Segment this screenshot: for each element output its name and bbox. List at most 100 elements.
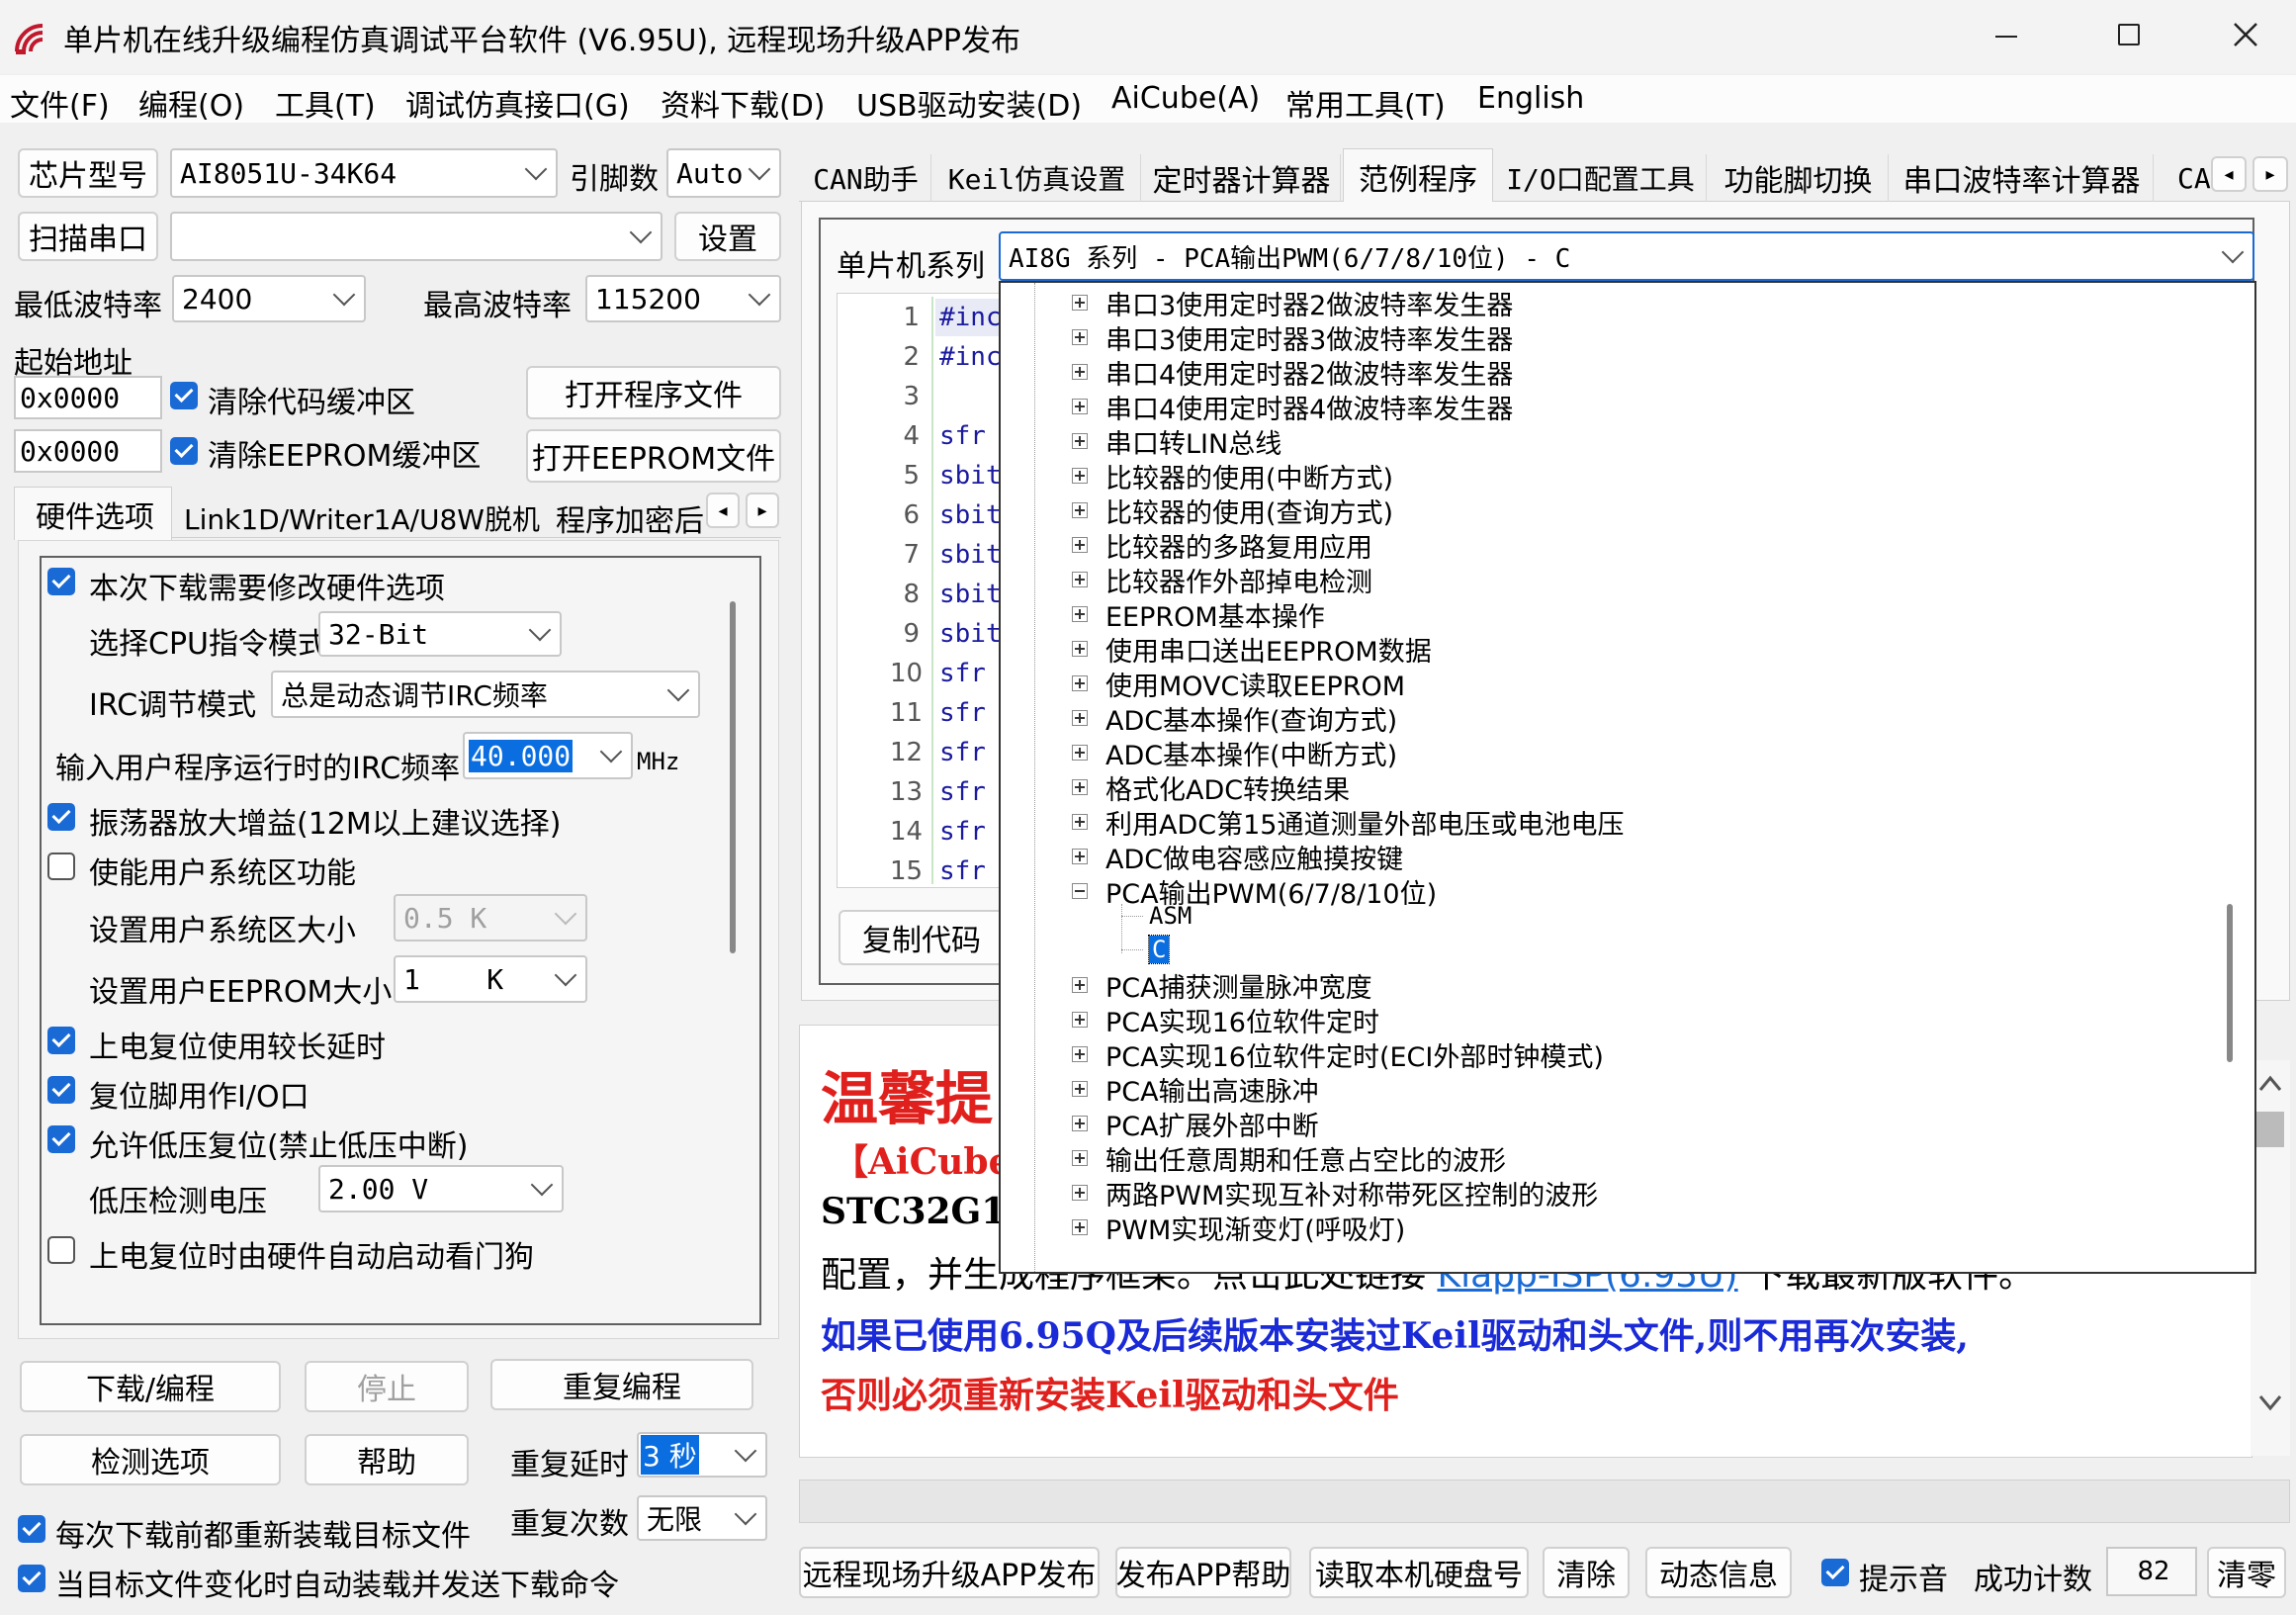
watchdog-label: 上电复位时由硬件自动启动看门狗 <box>89 1240 534 1275</box>
success-count-label: 成功计数 <box>1974 1563 2092 1597</box>
read-hdd-button[interactable]: 读取本机硬盘号 <box>1309 1547 1529 1598</box>
chip-type-value: AI8051U-34K64 <box>180 156 397 190</box>
tab-encryption[interactable]: 程序加密后 <box>556 496 704 540</box>
tree-item-label: PCA扩展外部中断 <box>1105 1111 1319 1142</box>
dynamic-info-button[interactable]: 动态信息 <box>1645 1547 1792 1598</box>
reset-count-button[interactable]: 清零 <box>2207 1547 2286 1598</box>
clear-code-checkbox[interactable] <box>170 382 198 409</box>
repeat-count-select[interactable]: 无限 <box>637 1495 767 1541</box>
sound-checkbox[interactable] <box>1821 1559 1849 1586</box>
tab-scroll-left-icon[interactable]: ◂ <box>706 493 740 528</box>
menu-download[interactable]: 资料下载(D) <box>661 81 826 125</box>
menu-aicube[interactable]: AiCube(A) <box>1111 81 1260 116</box>
max-baud-label: 最高波特率 <box>423 289 572 323</box>
check-options-button[interactable]: 检测选项 <box>20 1434 281 1485</box>
line-number: 13 <box>890 777 924 807</box>
scan-port-button[interactable]: 扫描串口 <box>18 212 158 261</box>
irc-freq-value[interactable]: 40.000 <box>469 739 574 772</box>
auto-load-checkbox[interactable] <box>18 1565 45 1592</box>
tab-scroll-right-icon[interactable]: ▸ <box>746 493 779 528</box>
cpu-mode-label: 选择CPU指令模式 <box>89 627 327 662</box>
eeprom-address-input[interactable]: 0x0000 <box>14 429 162 473</box>
tree-item-label: 利用ADC第15通道测量外部电压或电池电压 <box>1105 809 1625 841</box>
tree-item-label: PCA输出高速脉冲 <box>1105 1076 1319 1108</box>
enable-sys-checkbox[interactable] <box>47 852 75 880</box>
tree-scrollbar-thumb[interactable] <box>2227 904 2233 1062</box>
repeat-delay-select[interactable]: 3 秒 <box>637 1432 767 1478</box>
tab-pin-switch[interactable]: 功能脚切换 <box>1709 154 1889 202</box>
close-icon[interactable] <box>2231 20 2260 49</box>
clear-button[interactable]: 清除 <box>1543 1547 1630 1598</box>
scroll-down-icon[interactable] <box>2256 1389 2284 1416</box>
menu-english[interactable]: English <box>1477 81 1584 116</box>
menu-tools[interactable]: 工具(T) <box>275 81 376 125</box>
publish-help-button[interactable]: 发布APP帮助 <box>1115 1547 1291 1598</box>
info-aicube: 【AiCube <box>833 1141 1012 1183</box>
series-select[interactable]: AI8G 系列 - PCA输出PWM(6/7/8/10位) - C <box>999 231 2254 281</box>
tree-item-label: PWM实现渐变灯(呼吸灯) <box>1105 1214 1406 1246</box>
settings-button[interactable]: 设置 <box>674 212 781 261</box>
open-program-file-button[interactable]: 打开程序文件 <box>526 366 781 419</box>
repeat-delay-value[interactable]: 3 秒 <box>641 1435 699 1475</box>
scroll-up-icon[interactable] <box>2256 1070 2284 1098</box>
lvd-value: 2.00 V <box>328 1172 429 1206</box>
menu-debug[interactable]: 调试仿真接口(G) <box>405 81 630 125</box>
tab-io-config[interactable]: I/O口配置工具 <box>1495 154 1707 202</box>
minimize-icon[interactable] <box>1995 36 2017 38</box>
code-line: sfr <box>939 817 986 847</box>
max-baud-select[interactable]: 115200 <box>585 275 781 322</box>
tab-keil-settings[interactable]: Keil仿真设置 <box>933 154 1141 202</box>
sys-size-value: 0.5 K <box>403 901 487 935</box>
publish-app-button[interactable]: 远程现场升级APP发布 <box>799 1547 1100 1598</box>
eeprom-size-select[interactable]: 1 K <box>394 955 587 1003</box>
tree-item-label: 输出任意周期和任意占空比的波形 <box>1105 1145 1506 1177</box>
min-baud-label: 最低波特率 <box>14 289 162 323</box>
start-address-input[interactable]: 0x0000 <box>14 376 162 419</box>
lvd-select[interactable]: 2.00 V <box>318 1165 564 1212</box>
chip-type-button[interactable]: 芯片型号 <box>18 148 158 198</box>
lvr-checkbox[interactable] <box>47 1125 75 1153</box>
sys-size-select[interactable]: 0.5 K <box>394 894 587 942</box>
hw-scrollbar-thumb[interactable] <box>730 601 736 953</box>
tab-baud-calc[interactable]: 串口波特率计算器 <box>1891 154 2154 202</box>
reprogram-button[interactable]: 重复编程 <box>490 1359 753 1410</box>
tab-link1d[interactable]: Link1D/Writer1A/U8W脱机 <box>184 498 540 538</box>
help-button[interactable]: 帮助 <box>305 1434 469 1485</box>
right-tab-scroll-left-icon[interactable]: ◂ <box>2211 156 2247 192</box>
tree-child-connector <box>1121 916 1143 917</box>
right-tab-scroll-right-icon[interactable]: ▸ <box>2252 156 2288 192</box>
pins-select[interactable]: Auto <box>666 148 781 198</box>
maximize-icon[interactable] <box>2118 24 2140 45</box>
chip-type-select[interactable]: AI8051U-34K64 <box>170 148 558 198</box>
menu-program[interactable]: 编程(O) <box>138 81 244 125</box>
menu-usb[interactable]: USB驱动安装(D) <box>856 81 1082 125</box>
tab-examples[interactable]: 范例程序 <box>1343 148 1493 204</box>
line-number: 4 <box>903 421 920 451</box>
long-delay-label: 上电复位使用较长延时 <box>89 1031 386 1065</box>
tab-timer-calc[interactable]: 定时器计算器 <box>1143 154 1341 202</box>
osc-gain-checkbox[interactable] <box>47 803 75 831</box>
open-eeprom-file-button[interactable]: 打开EEPROM文件 <box>526 429 781 483</box>
port-select[interactable] <box>170 212 662 261</box>
reset-io-checkbox[interactable] <box>47 1076 75 1104</box>
menu-common-tools[interactable]: 常用工具(T) <box>1285 81 1446 125</box>
cpu-mode-select[interactable]: 32-Bit <box>318 611 562 657</box>
line-number: 3 <box>903 382 920 411</box>
menu-file[interactable]: 文件(F) <box>10 81 110 125</box>
irc-freq-select[interactable]: 40.000 <box>463 732 633 779</box>
info-red-line: 否则必须重新安装Keil驱动和头文件 <box>821 1375 1399 1416</box>
tab-ca-truncated[interactable]: CA <box>2156 154 2211 202</box>
tab-can-helper[interactable]: CAN助手 <box>801 154 931 202</box>
modify-hw-checkbox[interactable] <box>47 568 75 595</box>
min-baud-select[interactable]: 2400 <box>172 275 366 322</box>
download-program-button[interactable]: 下载/编程 <box>20 1361 281 1412</box>
watchdog-checkbox[interactable] <box>47 1236 75 1264</box>
irc-mode-select[interactable]: 总是动态调节IRC频率 <box>271 671 700 718</box>
copy-code-button[interactable]: 复制代码 <box>839 910 1005 965</box>
long-delay-checkbox[interactable] <box>47 1027 75 1054</box>
clear-eeprom-checkbox[interactable] <box>170 437 198 465</box>
line-number: 9 <box>903 619 920 649</box>
reload-each-checkbox[interactable] <box>18 1515 45 1543</box>
stop-button[interactable]: 停止 <box>305 1361 469 1412</box>
info-scroll-thumb[interactable] <box>2256 1112 2284 1147</box>
